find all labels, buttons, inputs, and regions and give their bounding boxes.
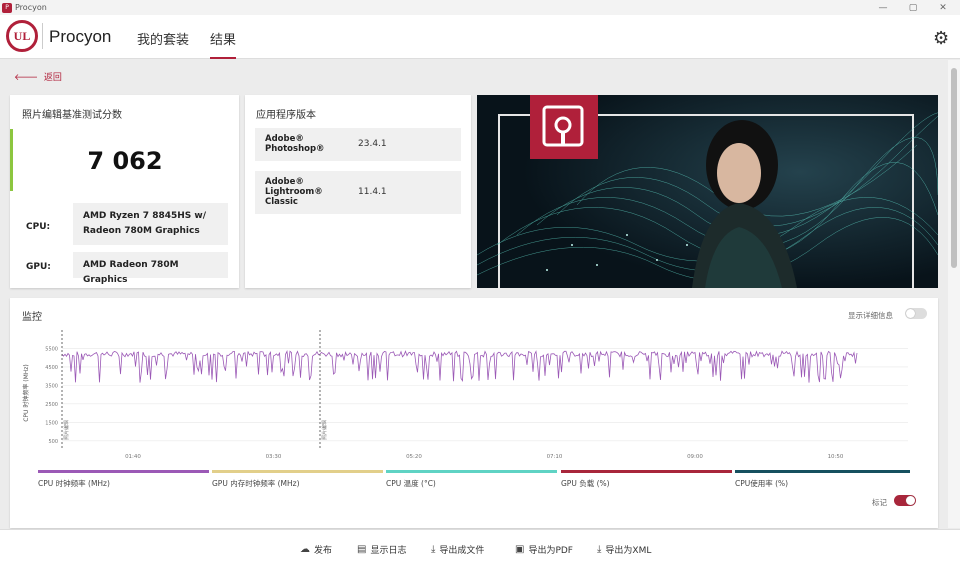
button-label: 导出为XML [605,546,652,556]
monitoring-card: 监控 显示详细信息 500 1500 2500 3500 4500 5500 01:40 0… [10,298,938,528]
legend-gpu-mem-clock: GPU 内存时钟频率 (MHz) [212,479,300,488]
toggle-knob [906,309,915,318]
score-card: 照片编辑基准测试分数 7 062 CPU: AMD Ryzen 7 8845HS… [10,95,239,288]
legend-cpu-temp: CPU 温度 (°C) [386,479,436,488]
scrollbar-thumb[interactable] [951,68,957,268]
legend-cpu-clock: CPU 时钟频率 (MHz) [38,479,110,488]
legend-gpu-load: GPU 负载 (%) [561,479,610,488]
legend-bar-gpu-mem-clock [212,470,383,473]
y-tick-label: 1500 [45,420,58,426]
app-version: 23.4.1 [358,139,387,149]
brand-separator [42,23,43,49]
footer-toolbar: ☁ 发布 ▤ 显示日志 ⤓ 导出成文件 ▣ 导出为PDF ⤓ 导出为XML [0,529,960,568]
legend-cpu-usage: CPU使用率 (%) [735,479,789,488]
ul-logo: UL [6,20,38,52]
main-content: 🡐 返回 照片编辑基准测试分数 7 062 CPU: AMD Ryzen 7 8… [0,60,948,528]
benchmark-score: 7 062 [87,147,163,175]
marker-label: 照片编辑 [63,420,70,440]
x-tick-label: 05:20 [406,454,422,458]
y-tick-label: 5500 [45,346,58,352]
monitoring-chart: 50015002500350045005500 01:40 03:30 05:20 0… [22,330,908,458]
cpu-value: AMD Ryzen 7 8845HS w/ Radeon 780M Graphi… [73,203,228,245]
monitoring-title: 监控 [22,312,42,323]
window-titlebar: P Procyon — ▢ ✕ [0,0,960,15]
y-tick-label: 4500 [45,365,58,371]
cloud-icon: ☁ [300,544,310,555]
button-label: 显示日志 [370,546,407,556]
y-tick-label: 2500 [45,402,58,408]
button-label: 发布 [314,546,333,556]
hero-illustration [477,95,938,288]
gpu-label: GPU: [26,262,51,272]
app-header: UL Procyon 我的套装 结果 ⚙ [0,15,960,59]
marker-label: 照片编辑 [321,420,328,440]
legend-bar-cpu-usage [735,470,910,473]
x-tick-label: 03:30 [266,454,282,458]
y-tick-label: 3500 [45,383,58,389]
legend-bar-gpu-load [561,470,732,473]
chart-grid [62,348,908,442]
app-name: Adobe® Photoshop® [265,134,325,154]
log-icon: ▤ [357,544,367,555]
toggle-knob [906,496,915,505]
save-icon: ▣ [515,544,525,555]
score-indicator-bar [10,129,13,191]
y-tick-label: 500 [48,439,58,445]
x-tick-label: 09:00 [687,454,703,458]
back-label: 返回 [43,73,62,83]
gpu-value: AMD Radeon 780M Graphics [73,252,228,285]
show-log-button[interactable]: ▤ 显示日志 [357,543,406,556]
app-versions-title: 应用程序版本 [256,110,316,121]
minimize-button[interactable]: — [868,0,898,15]
details-toggle-label: 显示详细信息 [848,311,893,320]
app-row-lightroom: Adobe® Lightroom® Classic 11.4.1 [255,171,461,214]
tab-results[interactable]: 结果 [210,29,237,59]
close-button[interactable]: ✕ [928,0,958,15]
arrow-left-icon: 🡐 [14,73,39,83]
export-xml-button[interactable]: ⤓ 导出为XML [597,543,651,556]
x-tick-label: 10:50 [828,454,844,458]
x-axis-ticks: 01:40 03:30 05:20 07:10 09:00 10:50 [125,454,844,458]
back-link[interactable]: 🡐 返回 [14,70,62,83]
publish-button[interactable]: ☁ 发布 [300,543,332,556]
app-row-photoshop: Adobe® Photoshop® 23.4.1 [255,128,461,161]
tab-my-suites[interactable]: 我的套装 [137,29,189,59]
window-title: Procyon [15,3,47,12]
marks-toggle-label: 标记 [872,498,887,507]
app-name: Adobe® Lightroom® Classic [265,177,323,207]
x-tick-label: 01:40 [125,454,141,458]
legend-bar-cpu-clock [38,470,209,473]
download-icon: ⤓ [597,544,602,555]
vertical-scrollbar[interactable] [948,60,960,528]
export-pdf-button[interactable]: ▣ 导出为PDF [515,543,573,556]
marks-toggle[interactable] [894,495,916,506]
app-version: 11.4.1 [358,187,387,197]
cpu-label: CPU: [26,222,51,232]
maximize-button[interactable]: ▢ [898,0,928,15]
app-versions-card: 应用程序版本 Adobe® Photoshop® 23.4.1 Adobe® L… [245,95,471,288]
gear-icon[interactable]: ⚙ [933,28,949,49]
button-label: 导出成文件 [439,546,485,556]
app-icon: P [2,2,12,13]
details-toggle[interactable] [905,308,927,319]
score-card-title: 照片编辑基准测试分数 [22,110,122,121]
export-file-button[interactable]: ⤓ 导出成文件 [431,543,484,556]
button-label: 导出为PDF [528,546,573,556]
y-axis-ticks: 500 1500 2500 3500 4500 5500 [45,346,58,444]
brand-name: Procyon [49,27,112,46]
hero-image [477,95,938,288]
legend-bar-cpu-temp [386,470,557,473]
x-tick-label: 07:10 [547,454,563,458]
y-axis-label: CPU 时钟频率 (MHz) [22,364,30,422]
download-icon: ⤓ [431,544,436,555]
